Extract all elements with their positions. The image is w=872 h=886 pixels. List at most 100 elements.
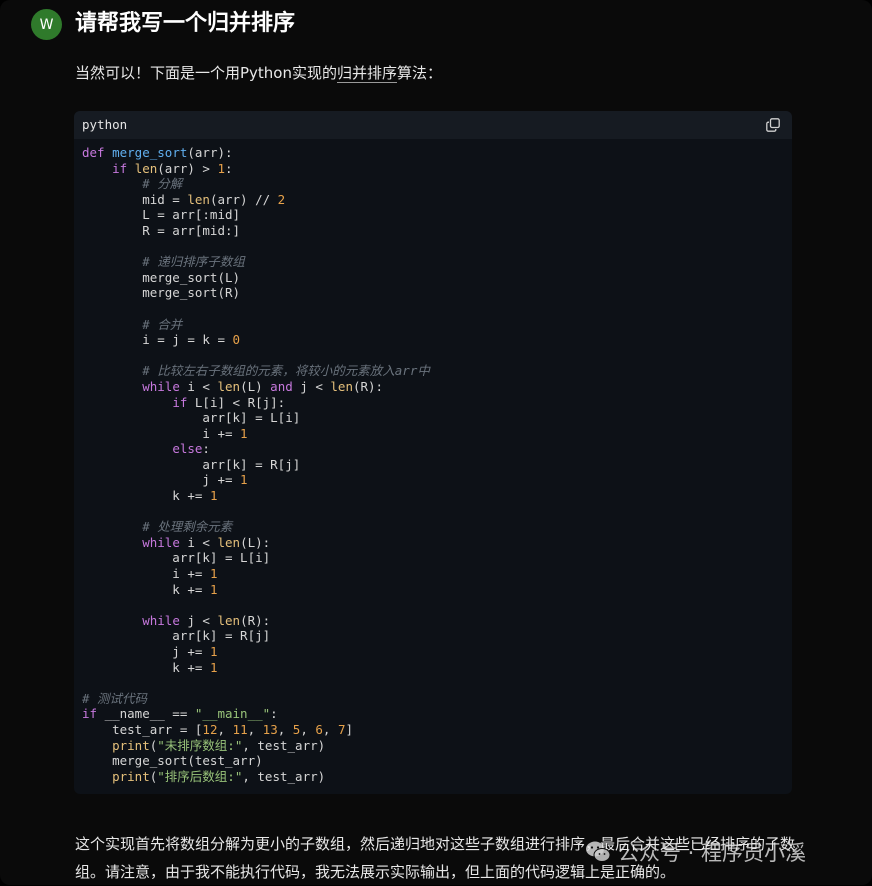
code-token: len [330, 378, 353, 394]
code-token: # 测试代码 [82, 690, 148, 706]
code-token: , test_arr) [242, 768, 326, 784]
code-token: 12 [202, 721, 218, 737]
code-token: i < [187, 378, 218, 394]
code-token: 0 [232, 332, 241, 348]
code-token: merge_sort [112, 145, 188, 160]
code-token: while [142, 378, 188, 394]
code-token: j < [187, 612, 218, 628]
code-token: "未排序数组:" [157, 737, 243, 753]
wechat-icon [586, 841, 611, 862]
code-token: , [322, 721, 338, 737]
code-token: i = j = k = [82, 332, 233, 348]
code-token: 1 [209, 566, 218, 582]
code-token: merge_sort(L) [82, 269, 241, 285]
code-token: 1 [217, 160, 226, 176]
watermark-text: 公众号 · 程序员小溪 [618, 841, 807, 865]
code-token: # 处理剩余元素 [142, 519, 233, 535]
code-token: , test_arr) [242, 737, 326, 753]
merge-sort-link[interactable]: 归并排序 [337, 64, 398, 83]
code-token: and [270, 378, 301, 394]
code-token: 1 [240, 472, 248, 488]
copy-icon[interactable] [766, 118, 780, 132]
user-avatar: W [31, 9, 62, 40]
code-token: 2 [277, 191, 286, 207]
code-token: L = arr[:mid] [82, 207, 241, 223]
code-token: mid = [82, 191, 188, 207]
code-token: while [142, 534, 188, 550]
code-token: print [112, 768, 150, 784]
intro-prefix: 当然可以！下面是一个用Python实现的 [75, 64, 337, 82]
code-token: : [202, 441, 210, 457]
code-token: , [277, 721, 293, 737]
code-token: , [217, 721, 233, 737]
code-token: 1 [209, 644, 218, 659]
code-token: 1 [209, 659, 218, 675]
answer-intro: 当然可以！下面是一个用Python实现的归并排序算法： [75, 60, 442, 86]
code-block: python def merge_sort(arr): if len(arr) … [74, 111, 792, 794]
code-token: (arr): [187, 145, 233, 160]
code-token: while [142, 612, 188, 628]
code-token: __name__ == [104, 706, 195, 722]
code-token: i < [187, 534, 218, 550]
code-token: print [112, 737, 150, 753]
code-token: if [82, 706, 105, 722]
code-token: if [112, 160, 135, 176]
code-token: R = arr[mid:] [82, 222, 241, 238]
code-token: "__main__" [194, 706, 271, 722]
code-token: k += [82, 659, 210, 675]
code-token: i += [82, 425, 241, 441]
code-token: ] [345, 721, 354, 737]
code-token: j += [82, 644, 210, 659]
intro-suffix: 算法： [397, 64, 443, 82]
code-token: len [187, 191, 210, 207]
code-token: k += [82, 488, 210, 504]
code-token: 1 [209, 581, 218, 597]
code-token: 11 [232, 721, 248, 737]
watermark: 公众号 · 程序员小溪 [584, 834, 806, 870]
code-token: len [217, 612, 241, 628]
code-token: # 合并 [142, 316, 183, 332]
code-content[interactable]: def merge_sort(arr): if len(arr) > 1: # … [82, 145, 430, 784]
code-token: (arr) > [157, 160, 218, 176]
code-token: merge_sort(test_arr) [82, 753, 263, 769]
code-token: 7 [337, 721, 346, 737]
code-token: 13 [262, 721, 278, 737]
code-token: else [172, 441, 203, 457]
code-token: (L) [240, 378, 271, 394]
code-token: # 比较左右子数组的元素，将较小的元素放入arr中 [142, 363, 430, 379]
code-token: len [217, 534, 241, 550]
code-token: k += [82, 581, 210, 597]
code-header: python [74, 111, 792, 139]
code-token: i += [82, 566, 210, 582]
code-token: arr[k] = L[i] [82, 550, 271, 566]
code-token: , [247, 721, 263, 737]
code-token: 1 [240, 425, 248, 441]
code-token: 1 [209, 488, 218, 504]
code-token: j < [300, 378, 331, 394]
code-token: len [217, 378, 241, 394]
code-token: # 递归排序子数组 [142, 254, 245, 270]
code-token: if [172, 394, 195, 410]
code-token: "排序后数组:" [157, 768, 243, 784]
code-token: (R): [240, 612, 271, 628]
code-token: : [270, 706, 278, 722]
code-token: (L): [240, 534, 271, 550]
code-token: test_arr = [ [82, 721, 203, 737]
code-token: (R): [352, 378, 384, 394]
code-token: , [300, 721, 316, 737]
code-token: # 分解 [142, 176, 183, 192]
code-token: 6 [315, 721, 323, 737]
